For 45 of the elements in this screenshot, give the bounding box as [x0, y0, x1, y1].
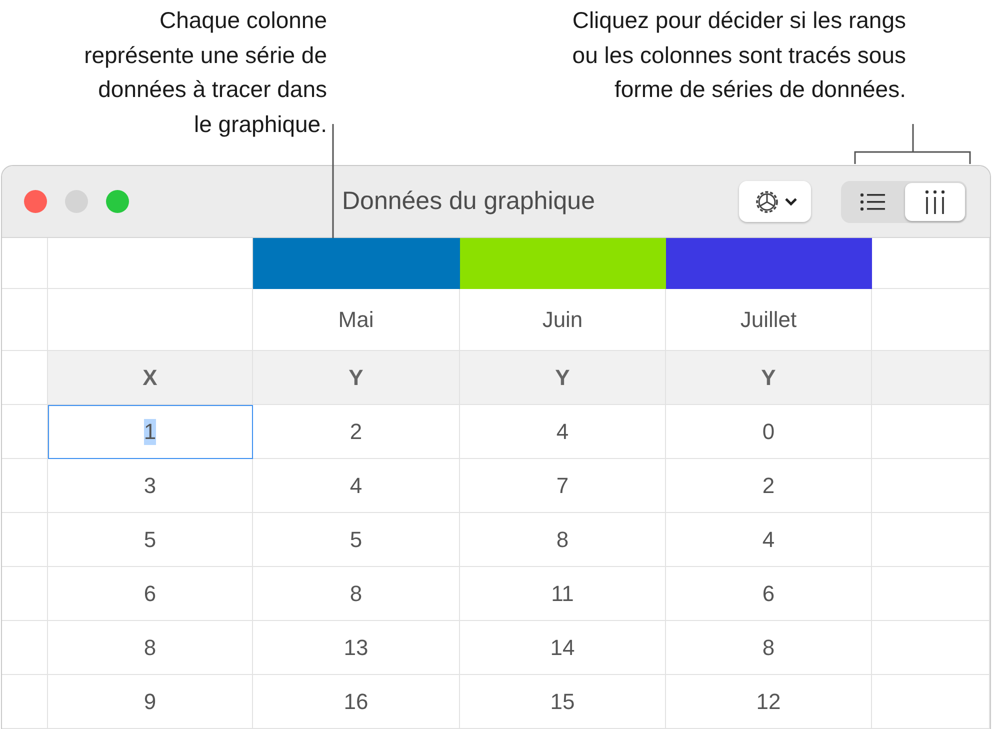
settings-button[interactable]	[739, 181, 811, 222]
empty-cell: 16	[253, 675, 460, 729]
empty-cell: 12	[666, 675, 872, 729]
callout-text: Cliquez pour décider si les rangs ou les colonnes sont tracés sous forme de séries de données.	[571, 6, 906, 104]
empty-cell: 4	[253, 459, 460, 513]
empty-cell: 5	[253, 513, 460, 567]
empty-cell: Y	[460, 351, 666, 405]
empty-cell: 3	[48, 459, 253, 513]
empty-cell: X	[48, 351, 253, 405]
empty-cell: 2	[666, 459, 872, 513]
window-title: Données du graphique	[342, 187, 596, 216]
empty-cell: 4	[460, 405, 666, 459]
empty-cell: 14	[460, 621, 666, 675]
empty-cell: 4	[666, 513, 872, 567]
series-color-swatch[interactable]	[666, 238, 872, 289]
empty-cell: 13	[253, 621, 460, 675]
zoom-button[interactable]	[106, 190, 129, 213]
columns-icon	[923, 188, 947, 214]
empty-cell: 8	[253, 567, 460, 621]
empty-cell: 5	[48, 513, 253, 567]
callout-text: Chaque colonne représente une série de données à tracer dans le graphique.	[83, 6, 327, 139]
minimize-button[interactable]	[65, 190, 88, 213]
chevron-icon	[784, 196, 798, 206]
empty-cell: 7	[460, 459, 666, 513]
list-icon	[859, 190, 887, 212]
empty-cell: 0	[666, 405, 872, 459]
empty-cell: 2	[253, 405, 460, 459]
empty-cell: 6	[48, 567, 253, 621]
empty-cell: Mai	[253, 289, 460, 351]
empty-cell: Juin	[460, 289, 666, 351]
empty-cell: Juillet	[666, 289, 872, 351]
empty-cell: 8	[48, 621, 253, 675]
empty-cell: Y	[253, 351, 460, 405]
empty-cell: 11	[460, 567, 666, 621]
plot-columns-button[interactable]	[905, 182, 965, 220]
series-color-swatch[interactable]	[460, 238, 666, 289]
empty-cell: 15	[460, 675, 666, 729]
empty-cell: Y	[666, 351, 872, 405]
empty-cell: 8	[666, 621, 872, 675]
empty-cell: 9	[48, 675, 253, 729]
empty-cell: 1	[48, 405, 253, 459]
close-button[interactable]	[24, 190, 47, 213]
series-color-swatch[interactable]	[253, 238, 460, 289]
empty-cell: 6	[666, 567, 872, 621]
empty-cell: 8	[460, 513, 666, 567]
